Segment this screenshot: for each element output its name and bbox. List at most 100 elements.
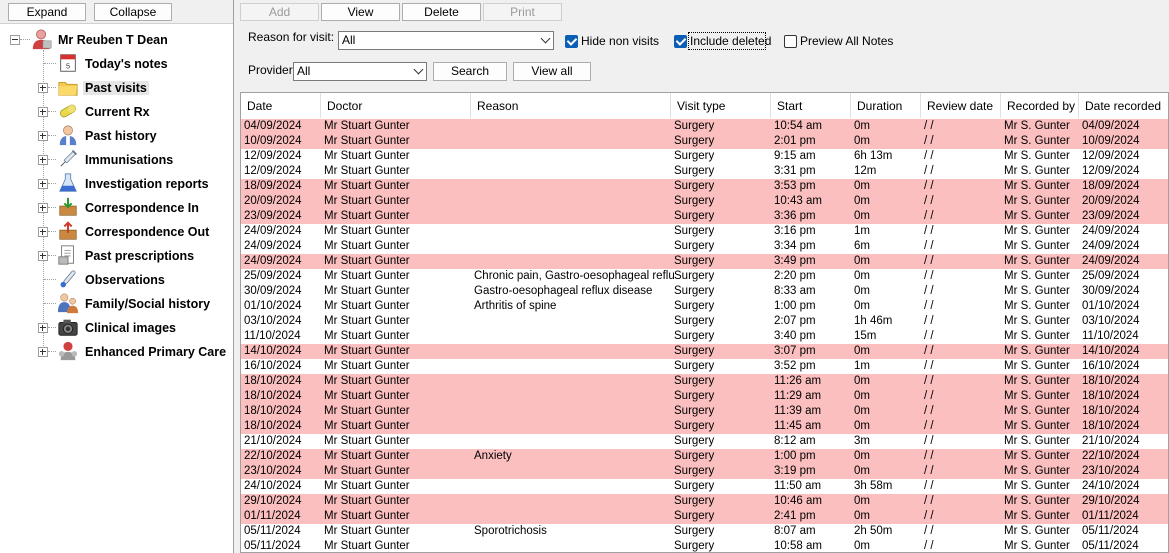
family-icon	[57, 293, 79, 314]
table-row[interactable]: 16/10/2024 Mr Stuart Gunter Surgery 3:52 pm…	[241, 359, 1168, 374]
tree-item-label: Immunisations	[85, 153, 174, 167]
collapse-button[interactable]: Collapse	[94, 3, 172, 21]
view-all-button[interactable]: View all	[513, 62, 591, 81]
table-cell: Mr S. Gunter	[1004, 420, 1070, 432]
thermometer-icon	[60, 270, 76, 288]
expand-toggle-icon[interactable]	[38, 251, 48, 261]
table-cell: 25/09/2024	[244, 270, 302, 282]
expand-toggle-icon[interactable]	[38, 347, 48, 357]
table-cell: 20/09/2024	[244, 195, 302, 207]
delete-button[interactable]: Delete	[402, 3, 481, 21]
table-cell: / /	[924, 210, 934, 222]
view-button[interactable]: View	[321, 3, 400, 21]
table-row[interactable]: 14/10/2024 Mr Stuart Gunter Surgery 3:07 pm…	[241, 344, 1168, 359]
table-cell: Mr Stuart Gunter	[324, 150, 410, 162]
table-row[interactable]: 24/09/2024 Mr Stuart Gunter Surgery 3:34 pm…	[241, 239, 1168, 254]
table-row[interactable]: 23/09/2024 Mr Stuart Gunter Surgery 3:36 pm…	[241, 209, 1168, 224]
expand-toggle-icon[interactable]	[38, 83, 48, 93]
column-header[interactable]: Duration	[851, 93, 921, 118]
tree-item[interactable]: Clinical images	[0, 316, 232, 340]
tree-item-label: Current Rx	[85, 105, 150, 119]
expand-toggle-icon[interactable]	[38, 155, 48, 165]
column-header[interactable]: Visit type	[671, 93, 771, 118]
table-row[interactable]: 30/09/2024 Mr Stuart Gunter Gastro-oesopha…	[241, 284, 1168, 299]
table-row[interactable]: 18/10/2024 Mr Stuart Gunter Surgery 11:29 a…	[241, 389, 1168, 404]
expand-toggle-icon[interactable]	[38, 131, 48, 141]
table-cell: Surgery	[674, 465, 715, 477]
column-header[interactable]: Doctor	[321, 93, 471, 118]
table-row[interactable]: 12/09/2024 Mr Stuart Gunter Surgery 3:31 pm…	[241, 164, 1168, 179]
collapse-toggle-icon[interactable]	[10, 35, 20, 45]
table-cell: 1m	[854, 225, 870, 237]
table-cell: Surgery	[674, 390, 715, 402]
tree-item[interactable]: Family/Social history	[0, 292, 232, 316]
column-header[interactable]: Review date	[921, 93, 1001, 118]
column-header[interactable]: Date recorded	[1079, 93, 1168, 118]
column-header[interactable]: Date	[241, 93, 321, 118]
expand-toggle-icon[interactable]	[38, 323, 48, 333]
search-button[interactable]: Search	[433, 62, 507, 81]
column-header[interactable]: Reason	[471, 93, 671, 118]
expand-button[interactable]: Expand	[8, 3, 86, 21]
table-row[interactable]: 25/09/2024 Mr Stuart Gunter Chronic pain, …	[241, 269, 1168, 284]
column-header[interactable]: Recorded by	[1001, 93, 1079, 118]
tree-item[interactable]: Investigation reports	[0, 172, 232, 196]
table-row[interactable]: 04/09/2024 Mr Stuart Gunter Surgery 10:54 a…	[241, 119, 1168, 134]
table-cell: Mr Stuart Gunter	[324, 285, 410, 297]
column-header[interactable]: Start	[771, 93, 851, 118]
tree-item[interactable]: Observations	[0, 268, 232, 292]
tree-root-patient[interactable]: Mr Reuben T Dean	[0, 28, 232, 52]
table-row[interactable]: 24/09/2024 Mr Stuart Gunter Surgery 3:16 pm…	[241, 224, 1168, 239]
expand-toggle-icon[interactable]	[38, 203, 48, 213]
tree-item[interactable]: Correspondence Out	[0, 220, 232, 244]
table-cell	[471, 479, 674, 494]
include-deleted-checkbox[interactable]	[674, 35, 687, 48]
filter-panel: Reason for visit: All Hide non visits In…	[238, 22, 1169, 90]
provider-select[interactable]: All	[293, 62, 427, 81]
table-row[interactable]: 01/11/2024 Mr Stuart Gunter Surgery 2:41 pm…	[241, 509, 1168, 524]
add-button[interactable]: Add	[240, 3, 319, 21]
print-button[interactable]: Print	[483, 3, 562, 21]
hide-non-visits-checkbox[interactable]	[565, 35, 578, 48]
visit-toolbar: Add View Delete Print	[238, 0, 1169, 22]
tree-item[interactable]: Past history	[0, 124, 232, 148]
table-row[interactable]: 11/10/2024 Mr Stuart Gunter Surgery 3:40 pm…	[241, 329, 1168, 344]
table-row[interactable]: 18/10/2024 Mr Stuart Gunter Surgery 11:45 a…	[241, 419, 1168, 434]
tree-item[interactable]: Correspondence In	[0, 196, 232, 220]
table-row[interactable]: 18/09/2024 Mr Stuart Gunter Surgery 3:53 pm…	[241, 179, 1168, 194]
table-row[interactable]: 29/10/2024 Mr Stuart Gunter Surgery 10:46 a…	[241, 494, 1168, 509]
table-cell: Mr S. Gunter	[1004, 495, 1070, 507]
expand-toggle-icon[interactable]	[38, 227, 48, 237]
table-row[interactable]: 22/10/2024 Mr Stuart Gunter Anxiety Surgery…	[241, 449, 1168, 464]
table-cell: Surgery	[674, 270, 715, 282]
table-row[interactable]: 03/10/2024 Mr Stuart Gunter Surgery 2:07 pm…	[241, 314, 1168, 329]
table-row[interactable]: 05/11/2024 Mr Stuart Gunter Surgery 10:58 a…	[241, 539, 1168, 552]
preview-all-notes-label[interactable]: Preview All Notes	[800, 34, 893, 48]
table-row[interactable]: 12/09/2024 Mr Stuart Gunter Surgery 9:15 am…	[241, 149, 1168, 164]
hide-non-visits-label[interactable]: Hide non visits	[581, 34, 659, 48]
table-row[interactable]: 18/10/2024 Mr Stuart Gunter Surgery 11:39 a…	[241, 404, 1168, 419]
table-row[interactable]: 05/11/2024 Mr Stuart Gunter Sporotrichosis…	[241, 524, 1168, 539]
tree-item[interactable]: Current Rx	[0, 100, 232, 124]
tree-item[interactable]: 5 Today's notes	[0, 52, 232, 76]
table-row[interactable]: 24/10/2024 Mr Stuart Gunter Surgery 11:50 a…	[241, 479, 1168, 494]
table-row[interactable]: 21/10/2024 Mr Stuart Gunter Surgery 8:12 am…	[241, 434, 1168, 449]
include-deleted-label[interactable]: Include deleted	[690, 34, 771, 48]
table-row[interactable]: 23/10/2024 Mr Stuart Gunter Surgery 3:19 pm…	[241, 464, 1168, 479]
tree-item[interactable]: Past prescriptions	[0, 244, 232, 268]
tree-item[interactable]: Immunisations	[0, 148, 232, 172]
table-row[interactable]: 20/09/2024 Mr Stuart Gunter Surgery 10:43 a…	[241, 194, 1168, 209]
table-cell: Surgery	[674, 495, 715, 507]
table-cell: 0m	[854, 180, 870, 192]
preview-all-notes-checkbox[interactable]	[784, 35, 797, 48]
expand-toggle-icon[interactable]	[38, 107, 48, 117]
tree-item[interactable]: Enhanced Primary Care	[0, 340, 232, 364]
tree-item[interactable]: Past visits	[0, 76, 232, 100]
patient-name: Mr Reuben T Dean	[58, 33, 168, 47]
table-row[interactable]: 10/09/2024 Mr Stuart Gunter Surgery 2:01 pm…	[241, 134, 1168, 149]
expand-toggle-icon[interactable]	[38, 179, 48, 189]
reason-select[interactable]: All	[338, 31, 554, 50]
table-row[interactable]: 24/09/2024 Mr Stuart Gunter Surgery 3:49 pm…	[241, 254, 1168, 269]
table-row[interactable]: 01/10/2024 Mr Stuart Gunter Arthritis of s…	[241, 299, 1168, 314]
table-row[interactable]: 18/10/2024 Mr Stuart Gunter Surgery 11:26 a…	[241, 374, 1168, 389]
